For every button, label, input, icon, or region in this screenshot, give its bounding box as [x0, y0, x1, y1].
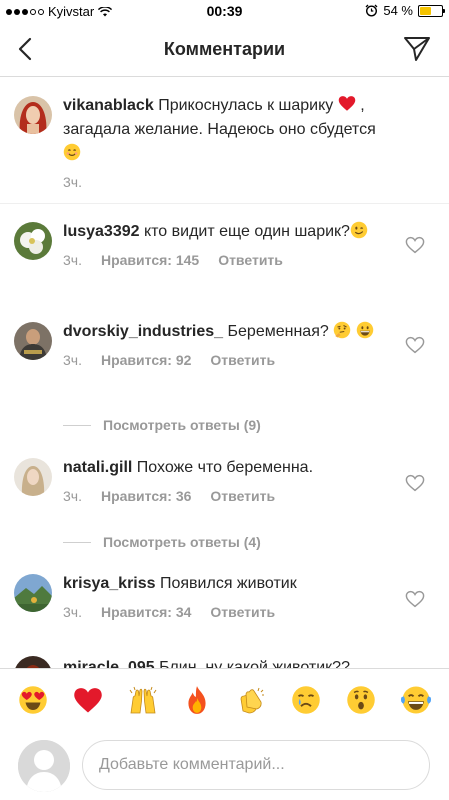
- red-heart-emoji: [74, 687, 102, 712]
- red-heart-emoji: [338, 95, 356, 113]
- comment-body: Беременная?: [227, 323, 329, 340]
- clapping-hands-emoji-button[interactable]: [234, 682, 270, 718]
- username[interactable]: vikanablack: [63, 97, 154, 114]
- crying-face-emoji-button[interactable]: [288, 682, 324, 718]
- quick-emoji-bar: [0, 668, 449, 730]
- comment-item: krisya_kriss Появился животик 3ч. Нравит…: [0, 556, 449, 656]
- raised-hands-emoji: [129, 686, 156, 713]
- username[interactable]: lusya3392: [63, 223, 140, 240]
- thinking-face-emoji: [333, 321, 351, 339]
- like-heart-icon[interactable]: [405, 590, 425, 608]
- comment-list[interactable]: vikanablack Прикоснулась к шарику , зага…: [0, 78, 449, 668]
- share-button[interactable]: [401, 34, 433, 64]
- comment-item: miracle_095 Блин, ну какой животик??: [0, 656, 449, 668]
- comment-item: lusya3392 кто видит еще один шарик? 3ч. …: [0, 204, 449, 304]
- comment-meta: 3ч. Нравится: 34 Ответить: [63, 604, 388, 620]
- carrier-name: Kyivstar: [48, 4, 95, 19]
- username[interactable]: natali.gill: [63, 459, 132, 476]
- comment-text: natali.gill Похоже что беременна.: [63, 456, 388, 480]
- crying-face-emoji: [292, 685, 321, 714]
- username[interactable]: dvorskiy_industries_: [63, 323, 223, 340]
- likes-count[interactable]: Нравится: 92: [101, 352, 191, 368]
- grinning-face-emoji: [356, 321, 374, 339]
- status-left: Kyivstar: [6, 4, 113, 19]
- replies-line: [63, 541, 91, 543]
- astonished-face-emoji: [347, 685, 375, 714]
- avatar[interactable]: [14, 574, 52, 612]
- avatar[interactable]: [14, 322, 52, 360]
- view-replies-button[interactable]: Посмотреть ответы (9): [63, 417, 261, 433]
- signal-strength-icon: [6, 8, 44, 15]
- comment-text: vikanablack Прикоснулась к шарику , зага…: [63, 94, 388, 166]
- smiling-face-emoji: [63, 143, 81, 161]
- tears-of-joy-emoji: [400, 685, 431, 714]
- likes-count[interactable]: Нравится: 145: [101, 252, 199, 268]
- username[interactable]: miracle_095: [63, 659, 155, 668]
- comment-body: Похоже что беременна.: [136, 459, 314, 476]
- like-heart-icon[interactable]: [405, 474, 425, 492]
- paper-plane-icon: [404, 37, 430, 61]
- username[interactable]: krisya_kriss: [63, 575, 156, 592]
- caption-comment: vikanablack Прикоснулась к шарику , зага…: [0, 78, 449, 203]
- raised-hands-emoji-button[interactable]: [125, 682, 161, 718]
- heart-eyes-emoji: [19, 685, 48, 714]
- comment-text: krisya_kriss Появился животик: [63, 572, 388, 596]
- comment-meta: 3ч.: [63, 174, 388, 190]
- alarm-clock-icon: [365, 4, 378, 17]
- comment-meta: 3ч. Нравится: 92 Ответить: [63, 352, 388, 368]
- reply-button[interactable]: Ответить: [210, 604, 275, 620]
- user-avatar: [18, 740, 70, 792]
- comment-input[interactable]: [82, 740, 430, 790]
- comment-time: 3ч.: [63, 252, 82, 268]
- status-bar: Kyivstar 00:39 54 %: [0, 0, 449, 22]
- comment-meta: 3ч. Нравится: 36 Ответить: [63, 488, 388, 504]
- view-replies-label: Посмотреть ответы (9): [103, 417, 261, 433]
- battery-icon: [418, 4, 445, 17]
- avatar[interactable]: [14, 222, 52, 260]
- battery-percent: 54 %: [383, 3, 413, 18]
- fire-emoji: [188, 685, 206, 714]
- comment-body: Появился животик: [159, 575, 297, 592]
- comment-time: 3ч.: [63, 604, 82, 620]
- comment-time: 3ч.: [63, 488, 82, 504]
- header: Комментарии: [0, 22, 449, 77]
- like-heart-icon[interactable]: [405, 236, 425, 254]
- status-right: 54 %: [365, 3, 445, 18]
- comment-item: natali.gill Похоже что беременна. 3ч. Нр…: [0, 440, 449, 572]
- likes-count[interactable]: Нравится: 36: [101, 488, 191, 504]
- comment-body: Прикоснулась к шарику: [158, 97, 334, 114]
- comment-composer: [0, 730, 449, 800]
- likes-count[interactable]: Нравится: 34: [101, 604, 191, 620]
- reply-button[interactable]: Ответить: [210, 488, 275, 504]
- default-user-icon: [18, 740, 70, 792]
- reply-button[interactable]: Ответить: [218, 252, 283, 268]
- comment-time: 3ч.: [63, 174, 82, 190]
- clapping-hands-emoji: [240, 687, 264, 713]
- avatar[interactable]: [14, 458, 52, 496]
- battery-fill: [420, 6, 432, 15]
- fire-emoji-button[interactable]: [179, 682, 215, 718]
- replies-line: [63, 424, 91, 426]
- tears-of-joy-emoji-button[interactable]: [398, 682, 434, 718]
- view-replies-label: Посмотреть ответы (4): [103, 534, 261, 550]
- wifi-icon: [98, 6, 113, 16]
- avatar[interactable]: [14, 96, 52, 134]
- comment-body: кто видит еще один шарик?: [143, 223, 350, 240]
- astonished-face-emoji-button[interactable]: [343, 682, 379, 718]
- comment-text: dvorskiy_industries_ Беременная?: [63, 320, 388, 344]
- comment-text: lusya3392 кто видит еще один шарик?: [63, 220, 388, 244]
- comment-time: 3ч.: [63, 352, 82, 368]
- like-heart-icon[interactable]: [405, 336, 425, 354]
- red-heart-emoji-button[interactable]: [70, 682, 106, 718]
- reply-button[interactable]: Ответить: [210, 352, 275, 368]
- winking-face-emoji: [350, 221, 368, 239]
- heart-eyes-emoji-button[interactable]: [15, 682, 51, 718]
- comment-body: Блин, ну какой животик??: [159, 659, 350, 668]
- page-title: Комментарии: [163, 39, 286, 59]
- comment-meta: 3ч. Нравится: 145 Ответить: [63, 252, 388, 268]
- view-replies-button[interactable]: Посмотреть ответы (4): [63, 534, 261, 550]
- comment-text: miracle_095 Блин, ну какой животик??: [63, 656, 388, 668]
- avatar[interactable]: [14, 656, 52, 668]
